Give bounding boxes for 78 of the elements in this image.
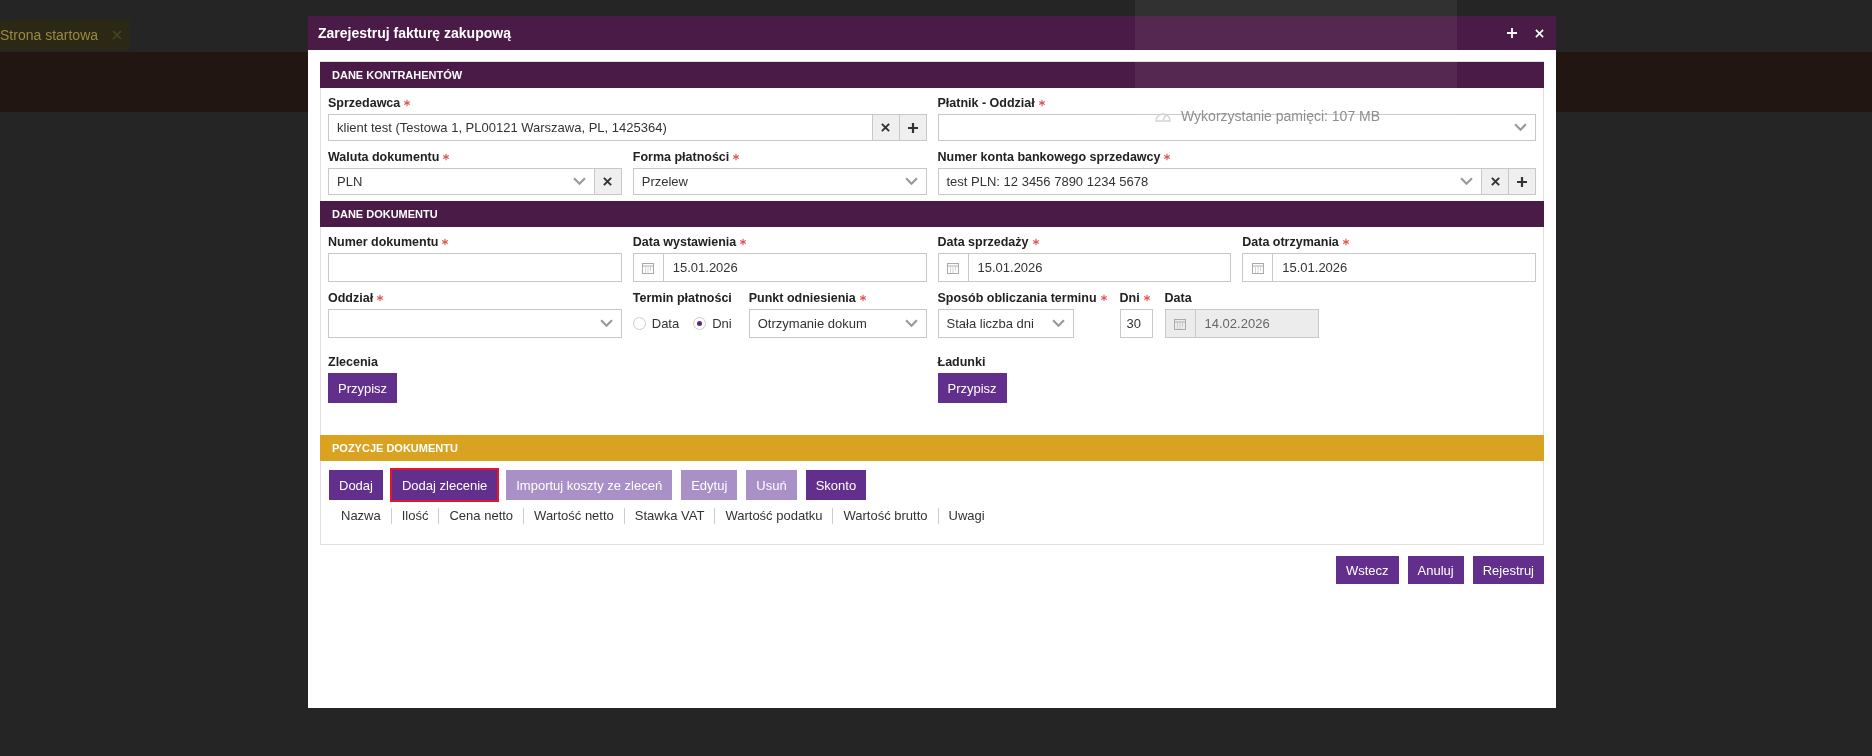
chevron-down-icon bbox=[572, 177, 586, 186]
date-field[interactable]: 15.01.2026 bbox=[1242, 253, 1536, 282]
column-header[interactable]: Stawka VAT bbox=[623, 508, 715, 524]
footer-button[interactable]: Rejestruj bbox=[1472, 556, 1544, 584]
select-field[interactable]: Przelew bbox=[632, 168, 927, 195]
plus-icon bbox=[907, 122, 918, 133]
column-header[interactable]: Wartość brutto bbox=[832, 508, 938, 524]
column-header[interactable]: Ilość bbox=[390, 508, 439, 524]
close-icon bbox=[881, 123, 890, 132]
chevron-down-icon bbox=[1051, 319, 1065, 328]
toolbar-button[interactable]: Dodaj bbox=[329, 470, 383, 500]
field-label: Data sprzedaży bbox=[937, 235, 1029, 249]
gauge-icon bbox=[1155, 110, 1171, 122]
column-header[interactable]: Uwagi bbox=[937, 508, 995, 524]
memory-usage-text: Wykorzystanie pamięci: 107 MB bbox=[1181, 108, 1381, 124]
field-label: Oddział bbox=[328, 291, 374, 305]
calendar-icon bbox=[642, 261, 655, 274]
footer-button[interactable]: Wstecz bbox=[1335, 556, 1399, 584]
field-label: Sposób obliczania terminu bbox=[937, 291, 1097, 305]
select-field[interactable] bbox=[328, 309, 622, 338]
plus-icon[interactable] bbox=[1507, 28, 1517, 38]
select-field[interactable]: PLN bbox=[328, 168, 595, 195]
dialog-title: Zarejestruj fakturę zakupową bbox=[318, 25, 512, 41]
field-label: Ładunki bbox=[937, 355, 986, 369]
field-label: Zlecenia bbox=[328, 355, 379, 369]
date-field[interactable]: 15.01.2026 bbox=[937, 253, 1232, 282]
input-field[interactable] bbox=[328, 253, 622, 282]
column-header[interactable]: Wartość podatku bbox=[714, 508, 833, 524]
seller-field[interactable]: klient test (Testowa 1, PL00121 Warszawa, PL, 1425364) bbox=[328, 114, 873, 141]
clear-button[interactable] bbox=[1482, 168, 1509, 195]
add-button[interactable] bbox=[1509, 168, 1536, 195]
field-label: Data otrzymania bbox=[1242, 235, 1339, 249]
chevron-down-icon bbox=[599, 319, 613, 328]
section-header: POZYCJE DOKUMENTU bbox=[320, 435, 1544, 461]
field-label: Forma płatności bbox=[632, 150, 730, 164]
calendar-icon bbox=[1174, 317, 1187, 330]
calendar-icon bbox=[947, 261, 959, 274]
field-label: Data bbox=[1164, 291, 1192, 305]
chevron-down-icon bbox=[904, 177, 918, 186]
close-icon[interactable] bbox=[1535, 28, 1544, 38]
clear-button[interactable] bbox=[594, 168, 622, 195]
plus-icon bbox=[1517, 176, 1527, 187]
toolbar-button[interactable]: Dodaj zlecenie bbox=[391, 470, 498, 500]
chevron-down-icon bbox=[1460, 177, 1473, 186]
field-label: Punkt odniesienia bbox=[748, 291, 856, 305]
assign-button[interactable]: Przypisz bbox=[937, 373, 1007, 403]
clear-button[interactable] bbox=[872, 114, 900, 141]
field-label: Termin płatności bbox=[632, 291, 732, 305]
column-header[interactable]: Cena netto bbox=[438, 508, 524, 524]
chevron-down-icon bbox=[904, 319, 918, 328]
input-field[interactable]: 30 bbox=[1119, 309, 1153, 338]
toolbar-button[interactable]: Skonto bbox=[805, 470, 867, 500]
add-button[interactable] bbox=[899, 114, 927, 141]
page-tab[interactable]: Strona startowa bbox=[0, 20, 130, 50]
radio-option[interactable]: Dni bbox=[693, 316, 732, 331]
radio-option[interactable]: Data bbox=[632, 316, 680, 331]
footer-button[interactable]: Anuluj bbox=[1407, 556, 1464, 584]
section-header: DANE DOKUMENTU bbox=[320, 201, 1544, 227]
field-label: Sprzedawca bbox=[328, 96, 401, 110]
close-icon bbox=[603, 177, 613, 186]
close-icon bbox=[1490, 177, 1500, 186]
calendar-icon bbox=[1251, 261, 1264, 274]
select-field[interactable]: Otrzymanie dokum bbox=[748, 309, 927, 338]
select-field[interactable]: test PLN: 12 3456 7890 1234 5678 bbox=[937, 168, 1482, 195]
field-label: Numer konta bankowego sprzedawcy bbox=[937, 150, 1161, 164]
chevron-down-icon bbox=[1514, 123, 1527, 132]
assign-button[interactable]: Przypisz bbox=[328, 373, 398, 403]
select-field[interactable]: Stała liczba dni bbox=[937, 309, 1074, 338]
field-label: Waluta dokumentu bbox=[328, 150, 440, 164]
column-header[interactable]: Nazwa bbox=[333, 508, 391, 524]
field-label: Numer dokumentu bbox=[328, 235, 439, 249]
date-field[interactable]: 15.01.2026 bbox=[632, 253, 927, 282]
field-label: Data wystawienia bbox=[632, 235, 737, 249]
field-label: Dni bbox=[1119, 291, 1140, 305]
close-icon bbox=[112, 30, 123, 40]
section-header: DANE KONTRAHENTÓW bbox=[320, 62, 1544, 88]
field-label: Płatnik - Oddział bbox=[937, 96, 1035, 110]
column-header[interactable]: Wartość netto bbox=[523, 508, 624, 524]
